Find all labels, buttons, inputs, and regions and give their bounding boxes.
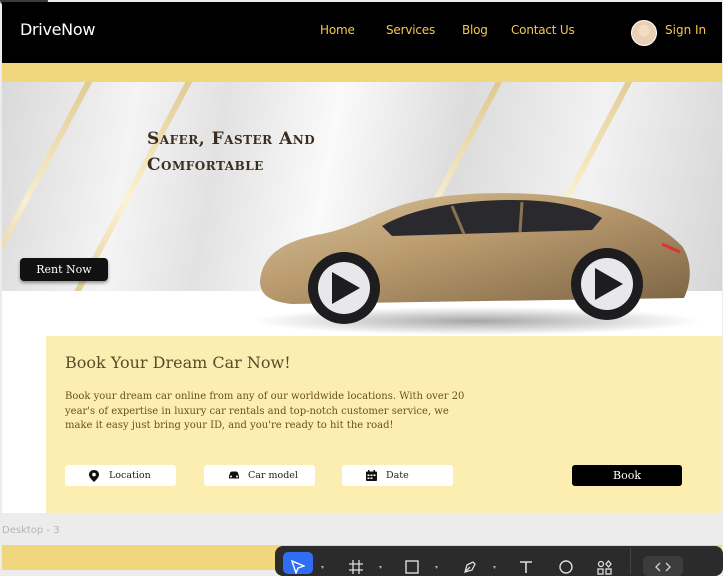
site-logo[interactable]: DriveNow [20,20,95,39]
car-model-field[interactable]: Car model [204,465,315,486]
hero-title: Safer, Faster And Comfortable [147,126,315,178]
move-tool[interactable] [283,552,313,574]
comment-icon [559,560,573,574]
chevron-down-icon[interactable]: ▾ [435,564,439,571]
chevron-down-icon[interactable]: ▾ [379,564,383,571]
booking-title: Book Your Dream Car Now! [65,353,291,372]
comment-tool[interactable] [551,552,581,574]
calendar-icon [366,470,377,481]
nav-blog[interactable]: Blog [462,23,488,37]
navbar: DriveNow Home Services Blog Contact Us S… [2,2,722,63]
date-field[interactable]: Date [342,465,453,486]
pen-icon [464,561,476,573]
location-field[interactable]: Location [65,465,176,486]
location-label: Location [109,470,151,481]
car-model-label: Car model [248,470,298,481]
text-icon [520,561,532,573]
chevron-down-icon[interactable]: ▾ [321,564,325,571]
nav-contact[interactable]: Contact Us [511,23,575,37]
toolbar-divider [630,548,631,574]
nav-home[interactable]: Home [320,23,355,37]
car-image [252,193,702,335]
desktop-frame: DriveNow Home Services Blog Contact Us S… [2,2,722,513]
booking-description: Book your dream car online from any of o… [65,391,465,431]
header-divider-band [2,63,722,82]
location-pin-icon [89,470,99,482]
nav-services[interactable]: Services [386,23,435,37]
frame-icon [349,560,363,574]
car-icon [229,471,239,479]
user-avatar[interactable] [631,20,657,46]
code-icon [655,562,671,572]
rectangle-tool[interactable] [397,552,427,574]
design-toolbar: ▾ ▾ ▾ ▾ [275,546,723,576]
pen-tool[interactable] [455,552,485,574]
text-tool[interactable] [511,552,541,574]
frame-label[interactable]: Desktop - 3 [2,525,60,536]
book-button[interactable]: Book [572,465,682,486]
frame-tool[interactable] [341,552,371,574]
rectangle-icon [405,560,419,574]
sign-in-link[interactable]: Sign In [665,23,706,37]
hero-title-line1: Safer, Faster And [147,129,316,149]
resources-tool[interactable] [589,552,619,575]
booking-section: Book Your Dream Car Now! Book your dream… [46,336,722,513]
rent-now-button[interactable]: Rent Now [20,258,108,281]
resources-icon [597,560,612,575]
chevron-down-icon[interactable]: ▾ [493,564,497,571]
date-label: Date [386,470,409,481]
cursor-icon [291,560,305,574]
hero-title-line2: Comfortable [147,155,264,175]
dev-mode-toggle[interactable] [643,556,683,576]
